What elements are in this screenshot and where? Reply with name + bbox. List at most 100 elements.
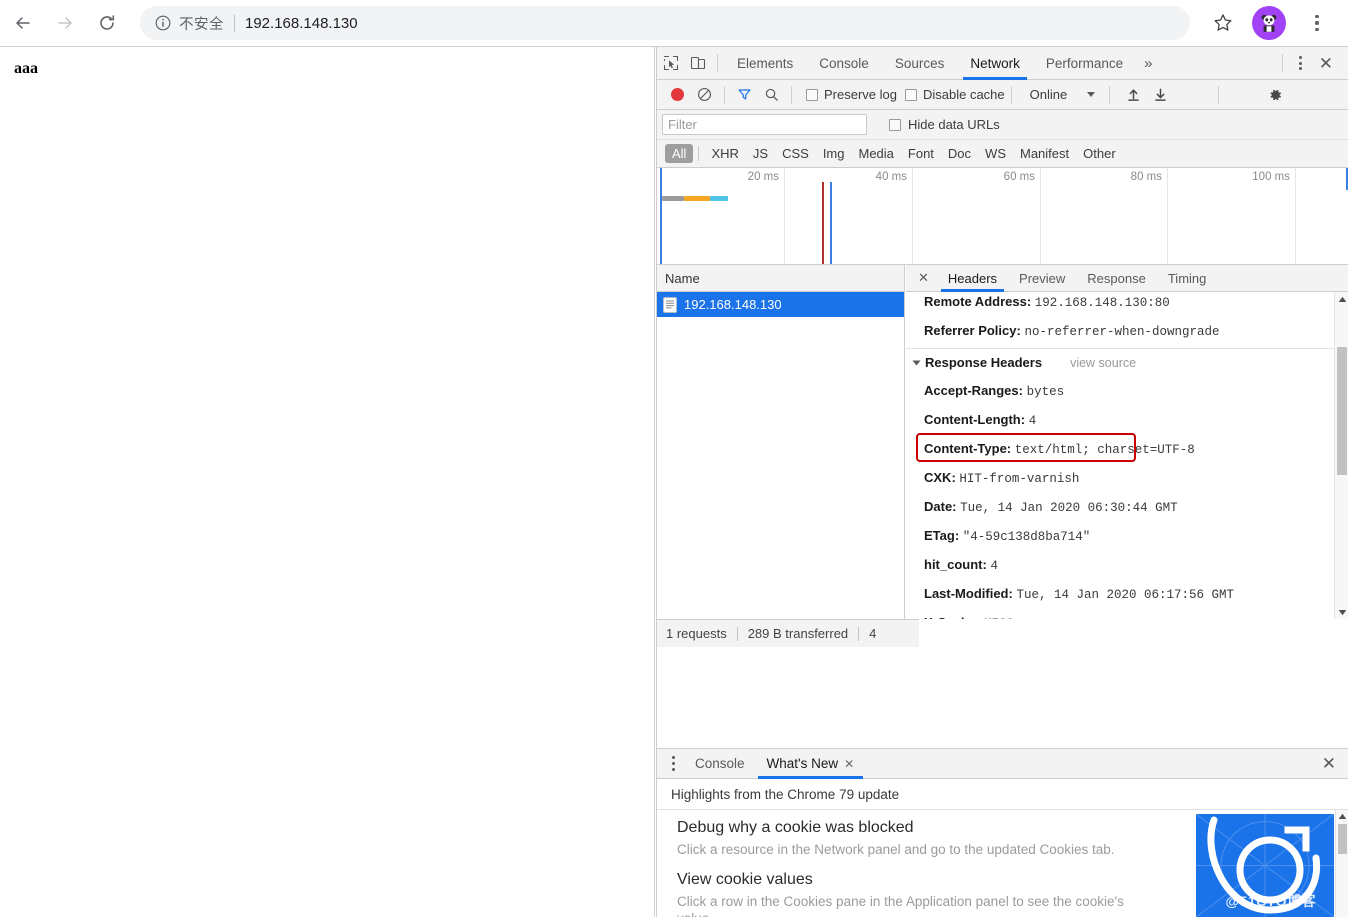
chevron-down-icon (913, 361, 921, 366)
type-filter-xhr[interactable]: XHR (704, 144, 745, 163)
preserve-log-checkbox[interactable]: Preserve log (806, 87, 897, 102)
chrome-menu-button[interactable] (1300, 6, 1334, 40)
overview-gridline (912, 168, 913, 264)
status-bar-overlap-fill (905, 619, 919, 647)
upload-arrow-icon (1126, 87, 1141, 102)
drawer-tab-whats-new[interactable]: What's New ✕ (756, 749, 866, 779)
devtools-menu-button[interactable] (1289, 56, 1312, 70)
toolbar-divider (1282, 54, 1283, 72)
header-value: bytes (1027, 385, 1065, 399)
type-filter-other[interactable]: Other (1076, 144, 1123, 163)
type-filter-media[interactable]: Media (851, 144, 900, 163)
avatar[interactable] (1252, 6, 1286, 40)
type-filter-js[interactable]: JS (746, 144, 775, 163)
type-filter-ws[interactable]: WS (978, 144, 1013, 163)
scroll-up-arrow-icon[interactable] (1336, 810, 1348, 823)
header-last-modified: Last-Modified: Tue, 14 Jan 2020 06:17:56… (914, 580, 1334, 609)
scroll-thumb[interactable] (1337, 347, 1347, 475)
scroll-down-arrow-icon[interactable] (1335, 605, 1348, 619)
throttling-dropdown[interactable]: Online (1030, 87, 1096, 102)
bookmark-button[interactable] (1206, 6, 1240, 40)
overview-gridline (1295, 168, 1296, 264)
more-tabs-button[interactable]: » (1136, 55, 1160, 72)
header-value: text/html; charset=UTF-8 (1015, 443, 1195, 457)
hide-data-urls-checkbox[interactable]: Hide data URLs (889, 117, 1000, 132)
kebab-dot (1299, 62, 1302, 65)
tab-console[interactable]: Console (806, 47, 882, 80)
download-arrow-icon (1153, 87, 1168, 102)
filter-input[interactable] (662, 114, 867, 135)
record-icon (671, 88, 684, 101)
header-value: Tue, 14 Jan 2020 06:17:56 GMT (1016, 588, 1234, 602)
close-drawer-button[interactable]: ✕ (1310, 755, 1348, 772)
document-icon (663, 297, 677, 313)
header-value: no-referrer-when-downgrade (1024, 325, 1219, 339)
header-etag: ETag: "4-59c138d8ba714" (914, 522, 1334, 551)
network-status-bar: 1 requests 289 B transferred 4 (657, 619, 905, 647)
back-button[interactable] (4, 4, 42, 42)
type-filter-doc[interactable]: Doc (941, 144, 978, 163)
toolbar-divider (1109, 86, 1110, 104)
overview-gridline (784, 168, 785, 264)
inspect-element-button[interactable] (657, 50, 684, 76)
overview-dcl-marker (660, 168, 662, 264)
header-content-type: Content-Type: text/html; charset=UTF-8 (914, 435, 1334, 464)
forward-button[interactable] (46, 4, 84, 42)
tab-network[interactable]: Network (957, 47, 1033, 80)
detail-scrollbar[interactable] (1334, 292, 1348, 619)
scroll-thumb[interactable] (1338, 824, 1347, 854)
header-content-length: Content-Length: 4 (914, 406, 1334, 435)
whats-new-item-body: Click a row in the Cookies pane in the A… (677, 893, 1137, 917)
scroll-up-arrow-icon[interactable] (1335, 292, 1348, 306)
type-filter-all[interactable]: All (665, 144, 693, 163)
network-controls-row: Preserve log Disable cache Online (657, 80, 1348, 110)
panda-avatar-icon (1257, 11, 1281, 35)
back-arrow-icon (13, 13, 33, 33)
clear-button[interactable] (691, 82, 718, 108)
filter-toggle-button[interactable] (731, 82, 758, 108)
tab-elements[interactable]: Elements (724, 47, 806, 80)
type-filter-manifest[interactable]: Manifest (1013, 144, 1076, 163)
tab-sources[interactable]: Sources (882, 47, 958, 80)
kebab-dot (1315, 15, 1318, 18)
import-har-button[interactable] (1120, 82, 1147, 108)
watermark: @51CTO博客 (1225, 891, 1316, 911)
close-tab-icon[interactable]: ✕ (844, 757, 854, 771)
tab-performance[interactable]: Performance (1033, 47, 1136, 80)
address-bar[interactable]: 不安全 192.168.148.130 (140, 6, 1190, 40)
close-devtools-button[interactable]: ✕ (1312, 55, 1340, 72)
overview-request-bar-receive (710, 196, 728, 201)
header-value: 4 (1029, 414, 1037, 428)
close-detail-button[interactable]: ✕ (910, 270, 937, 286)
network-overview-timeline[interactable]: 20 ms 40 ms 60 ms 80 ms 100 ms (657, 168, 1348, 265)
response-headers-section-title[interactable]: Response Headers view source (914, 349, 1334, 377)
reload-button[interactable] (88, 4, 126, 42)
network-settings-button[interactable] (1261, 82, 1288, 108)
record-button[interactable] (664, 82, 691, 108)
request-row[interactable]: 192.168.148.130 (657, 292, 904, 317)
whats-new-item-body: Click a resource in the Network panel an… (677, 841, 1137, 858)
disable-cache-checkbox[interactable]: Disable cache (905, 87, 1005, 102)
toolbar-divider (791, 86, 792, 104)
insecure-label: 不安全 (179, 13, 224, 34)
drawer-menu-button[interactable] (663, 756, 684, 770)
forward-arrow-icon (55, 13, 75, 33)
section-label: Response Headers (925, 349, 1042, 377)
whats-new-scrollbar[interactable] (1335, 810, 1348, 917)
header-value: Tue, 14 Jan 2020 06:30:44 GMT (960, 501, 1178, 515)
drawer-tab-console[interactable]: Console (684, 749, 756, 779)
header-cxk: CXK: HIT-from-varnish (914, 464, 1334, 493)
export-har-button[interactable] (1147, 82, 1174, 108)
kebab-dot (1299, 56, 1302, 59)
type-filter-css[interactable]: CSS (775, 144, 816, 163)
type-divider (698, 146, 699, 161)
status-divider (737, 627, 738, 641)
header-key: Remote Address: (924, 294, 1031, 309)
header-key: ETag: (924, 528, 959, 543)
type-filter-img[interactable]: Img (816, 144, 852, 163)
disable-cache-label: Disable cache (923, 87, 1005, 102)
type-filter-font[interactable]: Font (901, 144, 941, 163)
search-button[interactable] (758, 82, 785, 108)
device-toolbar-button[interactable] (684, 50, 711, 76)
view-source-link[interactable]: view source (1070, 349, 1136, 377)
